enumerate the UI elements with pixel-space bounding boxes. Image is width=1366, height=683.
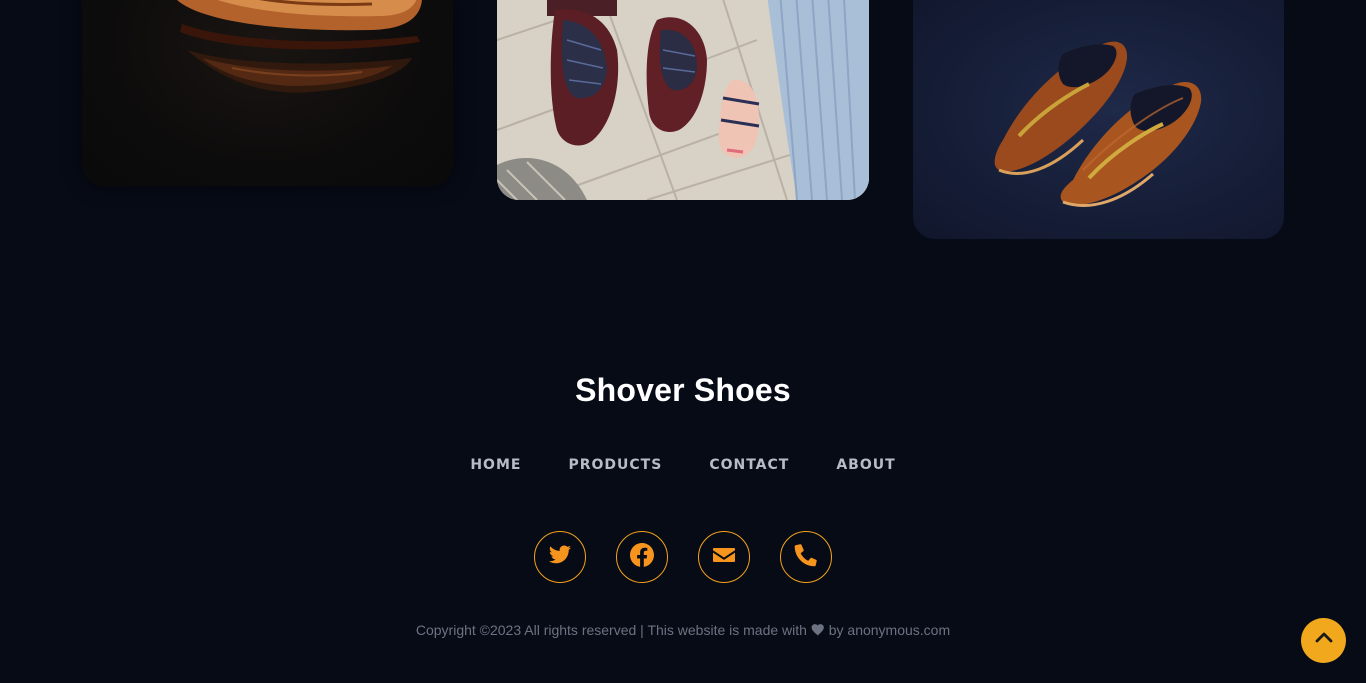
twitter-icon xyxy=(548,543,572,572)
gallery-image-loafers[interactable] xyxy=(913,0,1284,239)
back-to-top-button[interactable] xyxy=(1301,618,1346,663)
phone-button[interactable] xyxy=(780,531,832,583)
leather-shoe-image xyxy=(177,0,422,93)
twitter-button[interactable] xyxy=(534,531,586,583)
email-button[interactable] xyxy=(698,531,750,583)
oxford-shoes-image xyxy=(497,0,869,200)
loafers-image xyxy=(994,41,1202,207)
footer-nav-products[interactable]: PRODUCTS xyxy=(568,457,662,473)
footer-nav-contact[interactable]: CONTACT xyxy=(709,457,789,473)
copyright-prefix: Copyright ©2023 All rights reserved | Th… xyxy=(415,622,807,638)
footer-nav-about[interactable]: ABOUT xyxy=(836,457,895,473)
gallery-image-oxford-shoes[interactable] xyxy=(497,0,869,200)
phone-icon xyxy=(794,543,818,572)
chevron-up-icon xyxy=(1314,628,1334,653)
copyright-text: Copyright ©2023 All rights reserved | Th… xyxy=(0,622,1366,639)
social-links xyxy=(0,531,1366,583)
footer-nav-home[interactable]: HOME xyxy=(470,457,521,473)
envelope-icon xyxy=(712,543,736,572)
facebook-button[interactable] xyxy=(616,531,668,583)
gallery-image-leather-shoe[interactable] xyxy=(82,0,453,186)
footer-brand: Shover Shoes xyxy=(575,372,791,408)
page: Shover Shoes HOME PRODUCTS CONTACT ABOUT xyxy=(0,0,1366,683)
footer-nav: HOME PRODUCTS CONTACT ABOUT xyxy=(0,457,1366,473)
copyright-suffix: by anonymous.com xyxy=(828,622,951,638)
facebook-icon xyxy=(630,542,654,572)
heart-icon xyxy=(811,623,825,639)
